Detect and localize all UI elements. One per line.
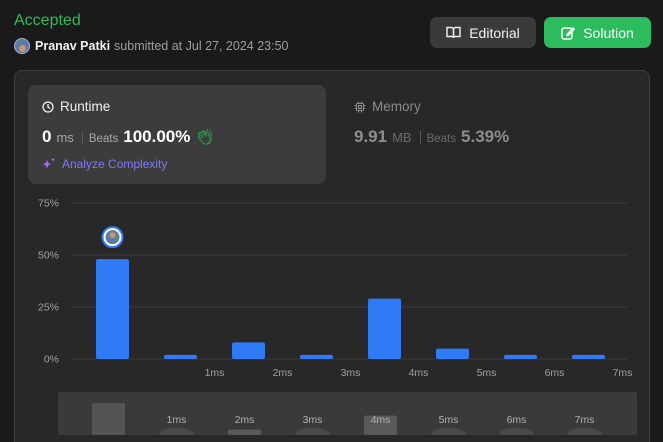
- runtime-unit: ms: [56, 130, 74, 145]
- range-bar: [567, 428, 602, 435]
- clap-icon: 👏︎: [195, 129, 215, 146]
- x-tick-label: 7ms: [613, 367, 633, 379]
- memory-value: 9.91: [354, 127, 388, 146]
- runtime-bar[interactable]: [164, 354, 197, 359]
- clock-icon: [42, 100, 54, 113]
- x-tick-label: 5ms: [477, 367, 497, 379]
- range-bar: [431, 428, 466, 435]
- x-tick-label: 4ms: [409, 367, 429, 379]
- runtime-title: Runtime: [42, 99, 110, 114]
- result-panel: Runtime 0 ms Beats 100.00% 👏︎ Analyze Co…: [14, 70, 650, 442]
- submitter-line: Pranav Patki submitted at Jul 27, 2024 2…: [14, 38, 288, 54]
- chart-range-selector[interactable]: 1ms 2ms 3ms 4ms 5ms 6ms 7ms: [58, 392, 637, 435]
- analyze-label: Analyze Complexity: [62, 157, 168, 171]
- my-submission-avatar-marker[interactable]: [101, 226, 124, 249]
- x-tick-label: 2ms: [273, 367, 293, 379]
- runtime-bar[interactable]: [300, 354, 333, 359]
- editorial-label: Editorial: [469, 24, 520, 41]
- runtime-beats-percent: 100.00%: [123, 127, 191, 146]
- range-tick-label: 5ms: [439, 414, 459, 426]
- chip-icon: [354, 101, 366, 112]
- runtime-bar[interactable]: [504, 354, 537, 359]
- runtime-title-label: Runtime: [60, 99, 111, 114]
- solution-button[interactable]: Solution: [544, 17, 651, 48]
- runtime-bar[interactable]: [232, 342, 265, 359]
- solution-label: Solution: [583, 24, 634, 41]
- runtime-bar[interactable]: [436, 348, 469, 359]
- y-tick-label: 25%: [38, 302, 59, 314]
- range-tick-label: 1ms: [167, 414, 187, 426]
- runtime-value: 0: [42, 127, 52, 146]
- submitter-name[interactable]: Pranav Patki: [35, 39, 110, 53]
- runtime-beats-label: Beats: [88, 133, 119, 145]
- x-tick-label: 6ms: [545, 367, 565, 379]
- memory-title-label: Memory: [372, 99, 421, 114]
- memory-card[interactable]: Memory 9.91 MB Beats 5.39%: [342, 85, 640, 184]
- range-bar: [92, 403, 125, 435]
- y-tick-label: 0%: [44, 354, 59, 366]
- x-tick-label: 1ms: [205, 367, 225, 379]
- range-bar: [295, 428, 330, 435]
- range-tick-label: 6ms: [507, 414, 527, 426]
- runtime-bar[interactable]: [96, 259, 129, 359]
- range-bar: [499, 428, 534, 435]
- user-avatar[interactable]: [14, 38, 30, 54]
- range-bar: [159, 428, 194, 435]
- y-tick-label: 75%: [38, 198, 59, 210]
- runtime-bar[interactable]: [368, 298, 401, 359]
- range-tick-label: 3ms: [303, 414, 323, 426]
- runtime-bar[interactable]: [572, 354, 605, 359]
- submission-status: Accepted: [14, 12, 81, 29]
- edit-icon: [561, 26, 576, 40]
- runtime-card[interactable]: Runtime 0 ms Beats 100.00% 👏︎ Analyze Co…: [28, 85, 326, 184]
- x-tick-label: 3ms: [341, 367, 361, 379]
- sparkle-icon: [42, 157, 56, 169]
- y-tick-label: 50%: [38, 250, 59, 262]
- runtime-distribution-chart: 0% 25% 50% 75% 1ms 2ms 3ms 4ms 5ms 6ms 7ms: [38, 198, 633, 380]
- analyze-complexity-link[interactable]: Analyze Complexity: [42, 157, 167, 171]
- range-tick-label: 4ms: [371, 414, 391, 426]
- editorial-button[interactable]: Editorial: [430, 17, 536, 48]
- metric-divider: [419, 130, 421, 144]
- range-tick-label: 2ms: [235, 414, 255, 426]
- book-icon: [446, 26, 461, 39]
- range-tick-label: 7ms: [575, 414, 595, 426]
- memory-unit: MB: [392, 130, 412, 145]
- memory-beats-percent: 5.39%: [461, 127, 510, 146]
- memory-metric: 9.91 MB Beats 5.39%: [354, 127, 509, 147]
- memory-title: Memory: [354, 99, 421, 114]
- runtime-metric: 0 ms Beats 100.00% 👏︎: [42, 127, 214, 147]
- range-bar: [228, 429, 261, 435]
- submitted-at: submitted at Jul 27, 2024 23:50: [114, 39, 289, 53]
- memory-beats-label: Beats: [426, 133, 457, 145]
- metric-divider: [81, 130, 83, 144]
